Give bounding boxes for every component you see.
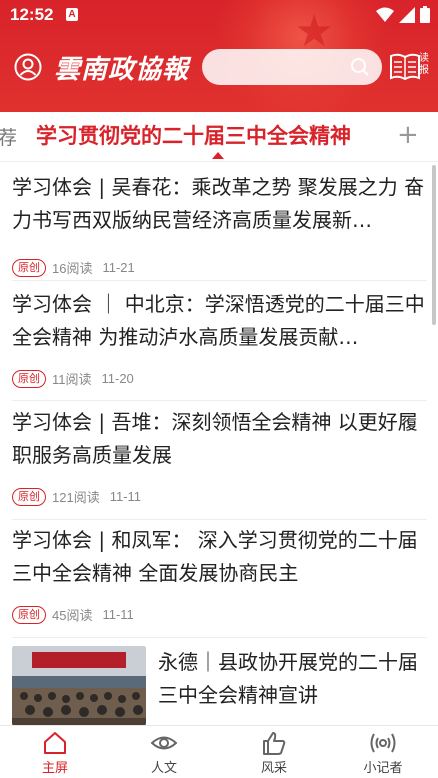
- profile-icon[interactable]: [14, 53, 42, 81]
- publish-date: 11-21: [102, 260, 135, 275]
- home-icon: [44, 732, 66, 754]
- epaper-icon: [390, 53, 420, 81]
- channel-tabs: 荐 学习贯彻党的二十届三中全会精神 +: [0, 112, 438, 162]
- list-item[interactable]: 学习体会 | 和凤军： 深入学习贯彻党的二十届三中全会精神 全面发展协商民主 原…: [12, 524, 427, 638]
- tab-fade-overlay: [356, 112, 396, 160]
- article-meta: 原创 16阅读 11-21: [12, 258, 135, 277]
- bottom-nav: 主屏 人文 风采 小记者: [0, 725, 438, 778]
- nav-item-home[interactable]: 主屏: [15, 726, 95, 778]
- search-box[interactable]: [202, 49, 382, 85]
- status-bar: 12:52 A: [0, 0, 438, 30]
- epaper-button[interactable]: 读报: [390, 52, 430, 82]
- article-title: 学习体会 | 和凤军： 深入学习贯彻党的二十届三中全会精神 全面发展协商民主: [12, 528, 418, 585]
- epaper-label: 读报: [419, 53, 429, 76]
- publish-date: 11-20: [101, 371, 134, 386]
- article-title: 学习体会 ｜ 中北京：学深悟透党的二十届三中全会精神 为推动泸水高质量发展贡献…: [12, 292, 425, 349]
- original-badge: 原创: [12, 258, 46, 277]
- nav-label: 人文: [150, 761, 177, 776]
- list-item[interactable]: 永德｜县政协开展党的二十届三中全会精神宣讲: [12, 646, 427, 725]
- thumbs-up-icon: [263, 732, 286, 755]
- article-title: 学习体会 | 吴春花：乘改革之势 聚发展之力 奋力书写西双版纳民营经济高质量发展…: [12, 175, 425, 232]
- read-count: 16阅读: [52, 261, 93, 276]
- original-badge: 原创: [12, 487, 46, 506]
- article-meta: 原创 121阅读 11-11: [12, 487, 141, 506]
- read-count: 121阅读: [52, 490, 100, 505]
- nav-label: 小记者: [363, 761, 403, 776]
- status-icons: [376, 6, 430, 23]
- article-title: 永德｜县政协开展党的二十届三中全会精神宣讲: [158, 650, 418, 707]
- read-count: 45阅读: [52, 608, 93, 623]
- battery-icon: [420, 6, 430, 23]
- notification-app-icon: A: [66, 8, 78, 21]
- article-meta: 原创 11阅读 11-20: [12, 369, 134, 388]
- eye-icon: [151, 736, 177, 750]
- article-title: 学习体会 | 吾堆：深刻领悟全会精神 以更好履职服务高质量发展: [12, 410, 418, 467]
- nav-label: 风采: [260, 761, 287, 776]
- article-thumbnail: [12, 646, 146, 725]
- publish-date: 11-11: [102, 607, 134, 622]
- publish-date: 11-11: [109, 489, 142, 504]
- search-input[interactable]: [216, 57, 346, 77]
- scrollbar[interactable]: [432, 165, 436, 325]
- article-meta: 原创 45阅读 11-11: [12, 605, 134, 624]
- wifi-icon: [376, 7, 394, 22]
- search-icon[interactable]: [350, 57, 370, 77]
- broadcast-icon: [370, 733, 396, 753]
- tab-active-indicator: [212, 152, 224, 159]
- add-channel-button[interactable]: +: [397, 122, 419, 148]
- list-item[interactable]: 学习体会 | 吴春花：乘改革之势 聚发展之力 奋力书写西双版纳民营经济高质量发展…: [12, 171, 427, 281]
- cellular-signal-icon: [399, 6, 415, 23]
- list-item[interactable]: 学习体会 ｜ 中北京：学深悟透党的二十届三中全会精神 为推动泸水高质量发展贡献……: [12, 288, 427, 401]
- tab-active-study-plenum[interactable]: 学习贯彻党的二十届三中全会精神: [36, 120, 382, 150]
- tab-recommend[interactable]: 荐: [0, 123, 17, 150]
- original-badge: 原创: [12, 605, 46, 624]
- app-header: ★ 12:52 A 雲南政協報 读报: [0, 0, 438, 112]
- original-badge: 原创: [12, 369, 46, 388]
- nav-item-style[interactable]: 风采: [234, 726, 314, 778]
- nav-label: 主屏: [41, 761, 68, 776]
- nav-item-culture[interactable]: 人文: [124, 726, 204, 778]
- app-logo: 雲南政協報: [54, 55, 190, 85]
- nav-item-little-reporter[interactable]: 小记者: [343, 726, 423, 778]
- read-count: 11阅读: [52, 372, 92, 387]
- list-item[interactable]: 学习体会 | 吾堆：深刻领悟全会精神 以更好履职服务高质量发展 原创 121阅读…: [12, 406, 427, 520]
- status-time: 12:52: [10, 5, 54, 24]
- meeting-photo-image: [12, 646, 146, 725]
- article-list: 学习体会 | 吴春花：乘改革之势 聚发展之力 奋力书写西双版纳民营经济高质量发展…: [0, 163, 438, 725]
